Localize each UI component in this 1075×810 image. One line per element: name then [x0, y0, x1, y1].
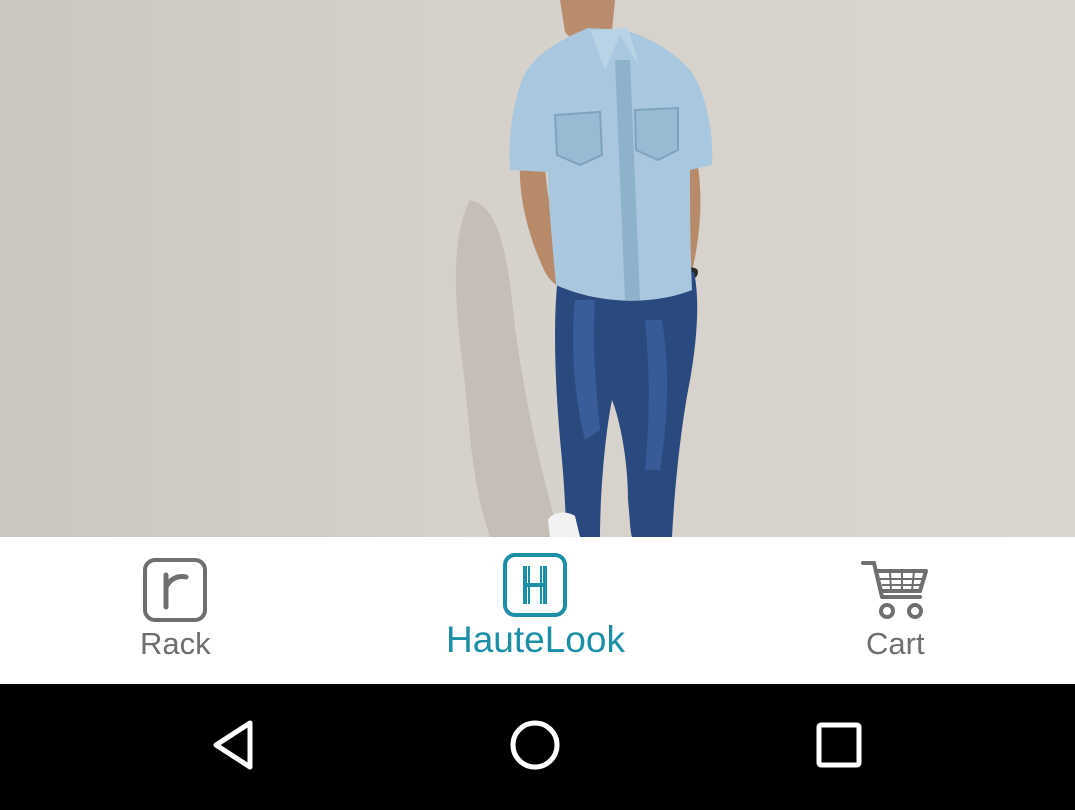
tab-rack[interactable]: Rack — [75, 537, 275, 684]
recents-button[interactable] — [804, 712, 874, 782]
tab-cart[interactable]: Cart — [795, 537, 995, 684]
hautelook-h-icon — [502, 552, 568, 623]
model-pocket-left — [553, 110, 604, 167]
tab-rack-label: Rack — [140, 626, 211, 661]
tab-cart-label: Cart — [866, 626, 925, 661]
bottom-tab-bar: Rack HauteLook Cart — [0, 537, 1075, 684]
recents-square-icon — [814, 720, 864, 775]
cart-icon — [860, 559, 930, 626]
back-triangle-icon — [208, 718, 258, 777]
model-pocket-right — [633, 106, 679, 162]
home-circle-icon — [508, 718, 562, 777]
home-button[interactable] — [500, 712, 570, 782]
tab-hautelook[interactable]: HauteLook — [385, 537, 685, 684]
app-screen: Rack HauteLook Cart — [0, 0, 1075, 810]
rack-r-icon — [142, 557, 208, 628]
system-nav-bar — [0, 684, 1075, 810]
back-button[interactable] — [198, 712, 268, 782]
hero-image[interactable] — [0, 0, 1075, 537]
tab-hautelook-label: HauteLook — [446, 619, 625, 660]
model-photo — [455, 0, 713, 537]
